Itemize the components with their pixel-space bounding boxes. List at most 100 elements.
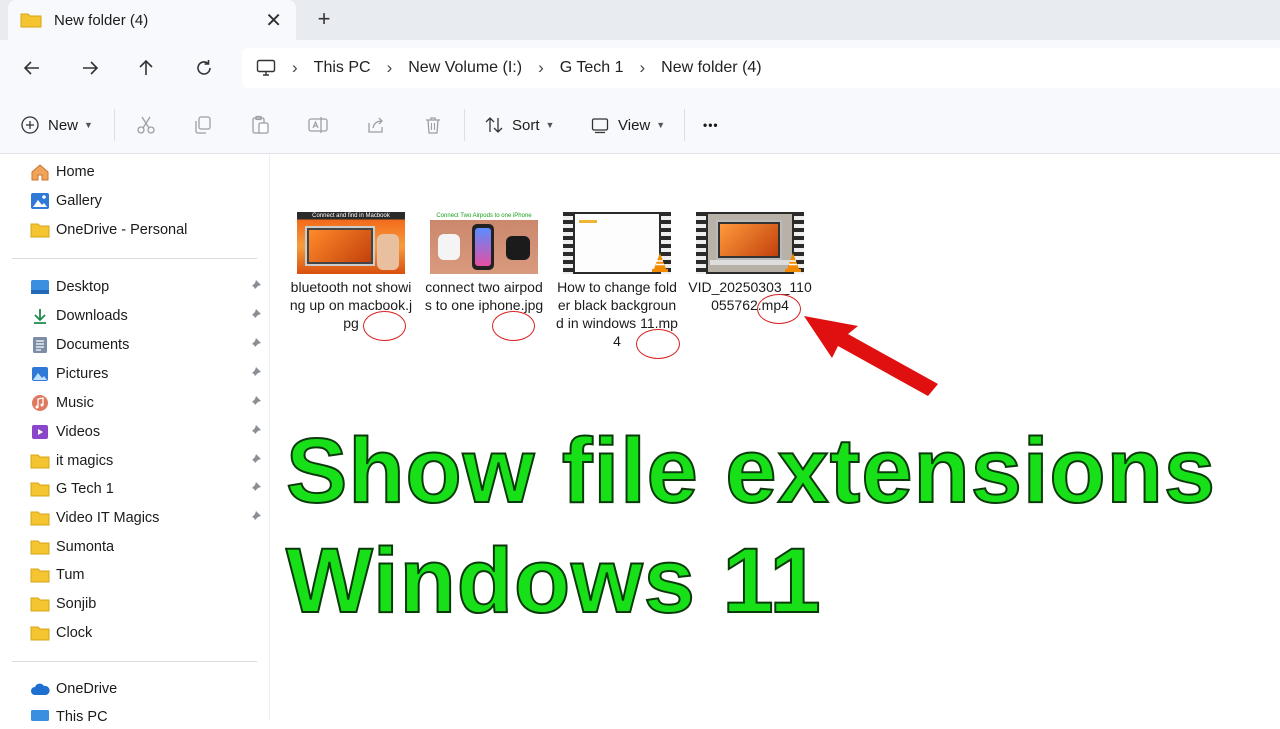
up-button[interactable] [132,54,160,82]
refresh-button[interactable] [190,54,218,82]
sidebar-item-label: Sumonta [56,539,115,555]
breadcrumb-separator[interactable]: › [292,58,298,78]
paste-button[interactable] [250,113,270,137]
vlc-cone-icon [652,253,668,272]
sidebar-item-desktop[interactable]: Desktop [30,275,266,299]
pin-icon [249,396,261,408]
copy-button[interactable] [193,113,213,137]
sidebar-item-sumonta[interactable]: Sumonta [30,535,266,559]
sidebar-item-label: G Tech 1 [56,481,114,497]
videos-icon [30,423,50,441]
rename-button[interactable] [307,113,329,137]
music-icon [30,394,50,412]
title-bar: New folder (4) ✕ + [0,0,1280,40]
pin-icon [249,454,261,466]
sidebar-item-gallery[interactable]: Gallery [30,189,266,213]
delete-button[interactable] [423,113,443,137]
image-thumbnail: Connect and find in Macbook [297,212,405,274]
breadcrumb-separator[interactable]: › [538,58,544,78]
sidebar-item-label: Home [56,164,95,180]
sidebar-item-g-tech-1[interactable]: G Tech 1 [30,477,266,501]
breadcrumb-g-tech-1[interactable]: G Tech 1 [560,59,624,77]
vlc-cone-icon [785,253,801,272]
folder-icon [30,595,50,613]
command-bar: New ▼ Sort ▼ View ▼ ••• [0,96,1280,154]
sidebar-item-this-pc[interactable]: This PC [30,705,266,729]
tab-title: New folder (4) [54,11,149,29]
more-options-button[interactable]: ••• [703,113,719,137]
view-button-label: View [618,116,651,134]
forward-button[interactable] [76,54,104,82]
sidebar-divider [12,258,257,259]
navigation-pane: Home Gallery OneDrive - Personal Desktop… [0,154,270,725]
folder-icon [30,624,50,642]
new-tab-button[interactable]: + [312,6,336,32]
new-button-label: New [48,116,79,134]
toolbar-divider [464,109,465,141]
sidebar-item-sonjib[interactable]: Sonjib [30,592,266,616]
sidebar-item-pictures[interactable]: Pictures [30,362,266,386]
sidebar-item-it-magics[interactable]: it magics [30,449,266,473]
tab-close-button[interactable]: ✕ [265,8,282,33]
trash-icon [426,117,440,134]
address-bar[interactable]: › This PC › New Volume (I:) › G Tech 1 ›… [242,48,1280,88]
share-icon [368,117,383,133]
file-name: VID_20250303_110055762.mp4 [688,279,812,313]
sidebar-item-downloads[interactable]: Downloads [30,304,266,328]
sidebar-item-label: Desktop [56,279,110,295]
cut-button[interactable] [136,113,156,137]
folder-icon [30,538,50,556]
video-thumbnail [563,212,671,274]
view-button[interactable]: View ▼ [590,113,665,137]
sidebar-item-onedrive-personal[interactable]: OneDrive - Personal [30,218,266,242]
sidebar-item-music[interactable]: Music [30,391,266,415]
plus-circle-icon [21,116,39,134]
sidebar-item-label: Video IT Magics [56,510,160,526]
sidebar-item-home[interactable]: Home [30,160,266,184]
sidebar-item-onedrive[interactable]: OneDrive [30,677,266,701]
tab-current-folder[interactable]: New folder (4) ✕ [8,0,296,40]
pc-icon [256,59,276,76]
sort-button[interactable]: Sort ▼ [484,113,554,137]
new-button[interactable]: New ▼ [20,113,93,137]
sidebar-item-tum[interactable]: Tum [30,563,266,587]
sidebar-item-label: Downloads [56,308,128,324]
folder-icon [30,509,50,527]
home-icon [30,163,50,181]
breadcrumb-separator[interactable]: › [387,58,393,78]
red-arrow-icon [804,316,938,396]
back-button[interactable] [18,54,46,82]
breadcrumb-separator[interactable]: › [639,58,645,78]
folder-icon [30,452,50,470]
thumbnail-caption: Connect and find in Macbook [312,213,390,219]
folder-icon [20,13,42,28]
pin-icon [249,338,261,350]
sidebar-item-label: OneDrive [56,681,118,697]
folder-icon [30,480,50,498]
breadcrumb-this-pc[interactable]: This PC [314,59,371,77]
file-name: How to change folder black background in… [556,279,678,349]
rename-icon [308,117,328,133]
sidebar-item-documents[interactable]: Documents [30,333,266,357]
overlay-title-line1: Show file extensions [285,419,1216,523]
arrow-right-icon [83,61,99,75]
desktop-icon [30,278,50,296]
sidebar-item-clock[interactable]: Clock [30,621,266,645]
video-thumbnail [696,212,804,274]
pin-icon [249,482,261,494]
sidebar-item-video-it-magics[interactable]: Video IT Magics [30,506,266,530]
chevron-down-icon: ▼ [84,120,93,130]
pin-icon [249,280,261,292]
sidebar-item-label: Music [56,395,94,411]
share-button[interactable] [366,113,386,137]
file-name: connect two airpods to one iphone.jpg [424,279,544,313]
breadcrumb-new-volume[interactable]: New Volume (I:) [408,59,522,77]
breadcrumb-new-folder-4[interactable]: New folder (4) [661,59,761,77]
pc-icon [30,708,50,726]
sort-button-label: Sort [512,116,540,134]
pin-icon [249,367,261,379]
toolbar-divider [684,109,685,141]
sidebar-item-label: Gallery [56,193,102,209]
paste-icon [252,115,269,134]
sidebar-item-videos[interactable]: Videos [30,420,266,444]
